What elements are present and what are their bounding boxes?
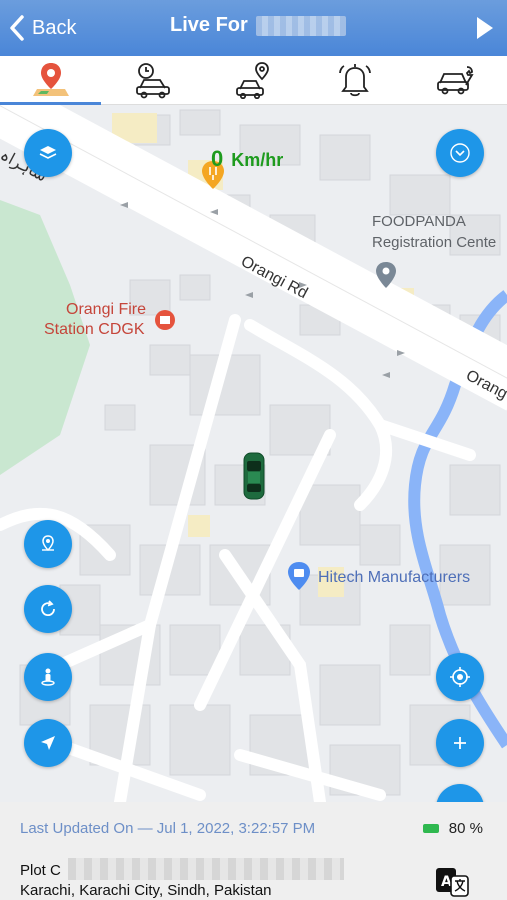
map-pin-icon bbox=[32, 63, 69, 96]
speed-readout: 0 Km/hr bbox=[211, 146, 283, 172]
hitech-label: Hitech Manufacturers bbox=[318, 569, 471, 586]
street-view-button[interactable] bbox=[24, 653, 72, 701]
page-title: Live For bbox=[170, 14, 248, 36]
car-pin-icon bbox=[235, 62, 269, 99]
redacted-vehicle-name bbox=[255, 15, 346, 36]
last-updated: Last Updated On — Jul 1, 2022, 3:22:57 P… bbox=[20, 820, 316, 837]
refresh-icon bbox=[41, 600, 55, 617]
refresh-button[interactable] bbox=[24, 585, 72, 633]
tab-bar bbox=[0, 56, 507, 105]
fire-station-label-2: Station CDGK bbox=[44, 321, 145, 338]
recenter-button[interactable] bbox=[436, 653, 484, 701]
battery-status: 80 % bbox=[422, 820, 483, 837]
redacted-address bbox=[68, 858, 344, 880]
status-panel: Last Updated On — Jul 1, 2022, 3:22:57 P… bbox=[0, 802, 507, 900]
layers-icon bbox=[39, 146, 57, 159]
car-marker bbox=[243, 452, 265, 500]
speed-value: 0 bbox=[211, 146, 224, 171]
fire-station-poi bbox=[155, 310, 175, 330]
play-icon[interactable] bbox=[475, 15, 495, 41]
vehicle-location-button[interactable] bbox=[24, 520, 72, 568]
tab-geofence[interactable] bbox=[203, 56, 304, 104]
translate-icon[interactable]: A bbox=[435, 866, 469, 898]
tab-live-location[interactable] bbox=[0, 56, 102, 105]
top-bar: Back Live For bbox=[0, 0, 507, 56]
clock-car-icon bbox=[136, 63, 171, 99]
plus-icon bbox=[454, 737, 466, 749]
map-layers-button[interactable] bbox=[24, 129, 72, 177]
battery-level: 80 % bbox=[448, 820, 483, 837]
chevron-left-icon bbox=[10, 15, 24, 41]
bell-icon bbox=[339, 64, 371, 97]
fire-station-label-1: Orangi Fire bbox=[66, 301, 147, 318]
foodpanda-label-1: FOODPANDA bbox=[372, 213, 466, 230]
navigate-icon bbox=[41, 736, 55, 750]
speed-unit: Km/hr bbox=[231, 150, 284, 170]
navigate-button[interactable] bbox=[24, 719, 72, 767]
back-label: Back bbox=[32, 16, 77, 39]
tab-maintenance[interactable] bbox=[406, 56, 507, 104]
location-pin-icon bbox=[42, 535, 54, 552]
street-view-icon bbox=[41, 668, 55, 686]
zoom-in-button[interactable] bbox=[436, 719, 484, 767]
car-wrench-icon bbox=[437, 66, 474, 95]
chevron-down-icon bbox=[450, 143, 470, 163]
map-base bbox=[0, 105, 507, 802]
tab-history[interactable] bbox=[101, 56, 202, 104]
tab-alerts[interactable] bbox=[304, 56, 405, 104]
target-icon bbox=[450, 667, 470, 687]
battery-icon bbox=[422, 824, 439, 833]
foodpanda-label-2: Registration Cente bbox=[372, 234, 497, 251]
address-line-1: Plot C bbox=[20, 862, 61, 879]
page-title-wrap: Live For bbox=[170, 14, 346, 37]
collapse-button[interactable] bbox=[436, 129, 484, 177]
address-line-2: Karachi, Karachi City, Sindh, Pakistan bbox=[20, 882, 272, 899]
map-view[interactable]: 0 Km/hr FOODPANDA Registration Cente Ora… bbox=[0, 105, 507, 802]
back-button[interactable]: Back bbox=[8, 12, 76, 44]
